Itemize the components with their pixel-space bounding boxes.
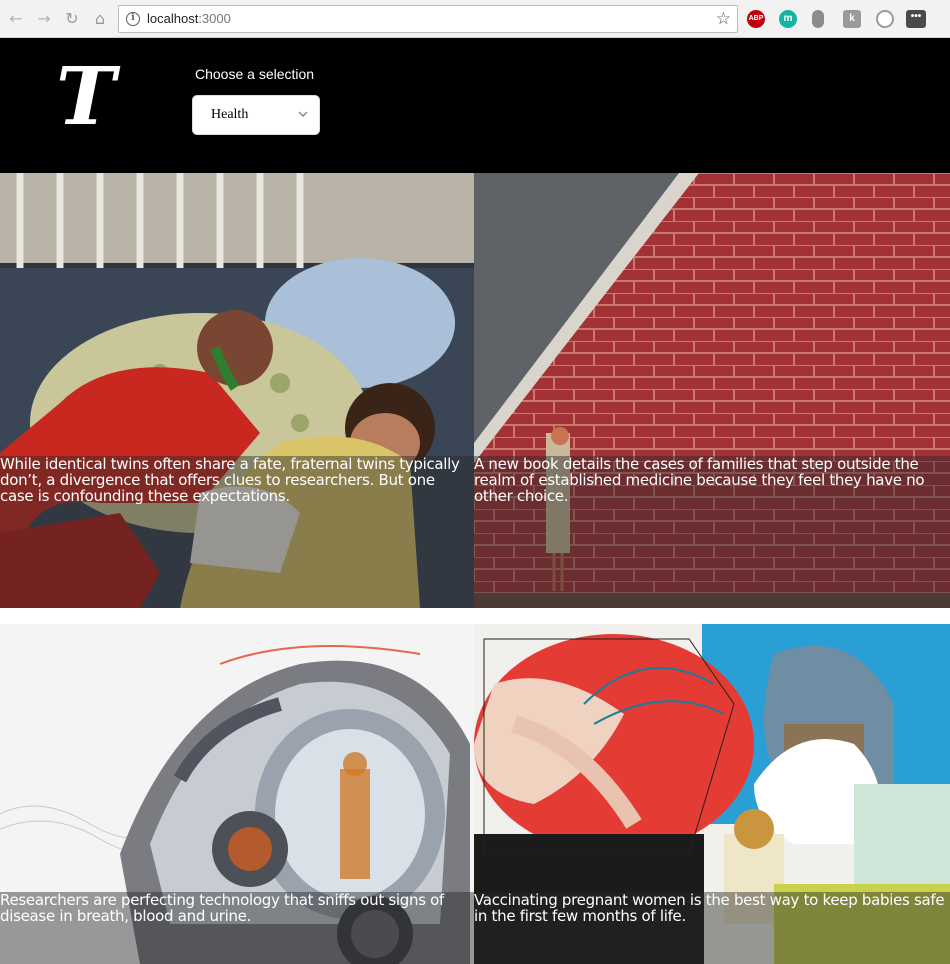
- nyt-logo[interactable]: T: [56, 56, 116, 136]
- bookmark-star-icon[interactable]: ☆: [716, 9, 731, 29]
- article-abstract: While identical twins often share a fate…: [0, 456, 474, 608]
- mouse-extension-icon[interactable]: [812, 10, 824, 28]
- reload-icon[interactable]: ↻: [62, 9, 82, 29]
- section-select-label: Choose a selection: [195, 66, 315, 82]
- url-host: localhost: [147, 11, 199, 26]
- browser-menu-icon[interactable]: •••: [906, 10, 926, 28]
- back-arrow-icon[interactable]: ←: [6, 9, 26, 29]
- m-extension-icon[interactable]: m: [779, 10, 797, 28]
- address-bar[interactable]: i localhost:3000 ☆: [118, 5, 738, 33]
- article-abstract: Vaccinating pregnant women is the best w…: [474, 892, 950, 964]
- chevron-down-icon: [298, 111, 308, 118]
- article-card[interactable]: Researchers are perfecting technology th…: [0, 624, 474, 964]
- article-abstract: A new book details the cases of families…: [474, 456, 950, 608]
- circle-extension-icon[interactable]: [876, 10, 894, 28]
- app-header: T Choose a selection Health: [0, 38, 950, 173]
- url-port: :3000: [198, 11, 231, 26]
- info-icon[interactable]: i: [126, 12, 140, 26]
- home-icon[interactable]: ⌂: [90, 9, 110, 29]
- adblock-extension-icon[interactable]: ABP: [747, 10, 765, 28]
- article-card[interactable]: A new book details the cases of families…: [474, 173, 950, 608]
- k-extension-icon[interactable]: k: [843, 10, 861, 28]
- article-abstract: Researchers are perfecting technology th…: [0, 892, 474, 964]
- forward-arrow-icon[interactable]: →: [34, 9, 54, 29]
- article-card[interactable]: Vaccinating pregnant women is the best w…: [474, 624, 950, 964]
- article-card[interactable]: While identical twins often share a fate…: [0, 173, 474, 608]
- browser-toolbar: ← → ↻ ⌂ i localhost:3000 ☆ ABP m k •••: [0, 0, 950, 38]
- address-url[interactable]: localhost:3000: [147, 11, 231, 26]
- section-select-value: Health: [211, 107, 249, 122]
- section-select[interactable]: Health: [192, 95, 320, 135]
